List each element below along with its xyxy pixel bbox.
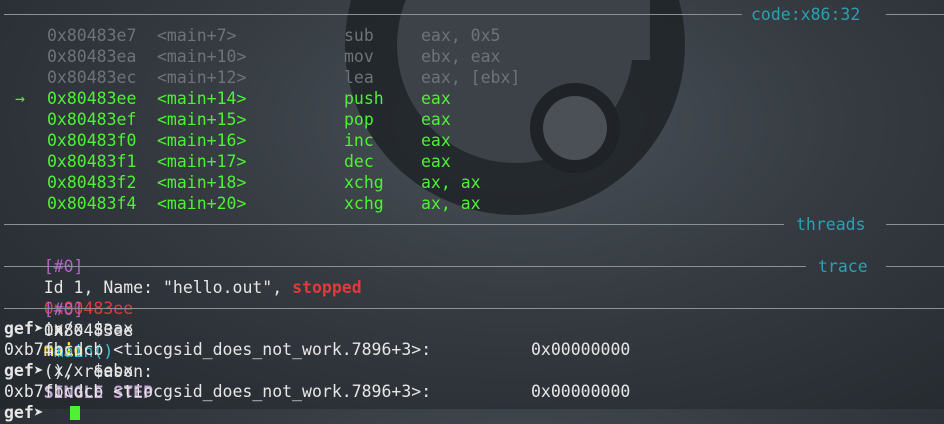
console-command: x/x $ebx bbox=[53, 361, 134, 380]
console-output-line: 0xb7fbcdcb <tiocgsid_does_not_work.7896+… bbox=[4, 339, 944, 360]
instruction-address: 0x80483ea bbox=[47, 47, 137, 66]
context-end-separator bbox=[4, 298, 944, 319]
disasm-row: → 0x80483ee <main+14> push eax bbox=[0, 88, 944, 109]
instruction-address: 0x80483f4 bbox=[47, 194, 137, 213]
threads-section-label: threads bbox=[796, 215, 866, 234]
code-section-header: code:x86:32 bbox=[4, 4, 944, 25]
instruction-operands: eax bbox=[421, 89, 451, 108]
section-rule bbox=[4, 224, 784, 225]
thread-name: "hello.out" bbox=[162, 278, 273, 297]
instruction-mnemonic: sub bbox=[344, 26, 374, 45]
code-section-label: code:x86:32 bbox=[751, 5, 861, 24]
terminal-cursor bbox=[70, 406, 80, 420]
console-prompt-line[interactable]: gef➤ x/x $ebx bbox=[4, 360, 944, 381]
instruction-operands: eax, [ebx] bbox=[421, 68, 521, 87]
console-prompt-line[interactable]: gef➤ x/x $eax bbox=[4, 318, 944, 339]
instruction-address: 0x80483e7 bbox=[47, 26, 137, 45]
instruction-operands: eax bbox=[421, 110, 451, 129]
thread-status-line: [#0] Id 1, Name: "hello.out", stopped 0x… bbox=[43, 257, 362, 402]
instruction-symbol: <main+16> bbox=[157, 131, 247, 150]
disasm-row: 0x80483ef <main+15> pop eax bbox=[0, 109, 944, 130]
instruction-operands: eax, 0x5 bbox=[421, 26, 501, 45]
console-command: x/x $eax bbox=[53, 319, 134, 338]
instruction-address: 0x80483f2 bbox=[47, 173, 137, 192]
instruction-address: 0x80483f1 bbox=[47, 152, 137, 171]
instruction-symbol: <main+10> bbox=[157, 47, 247, 66]
trace-frame-line: [#0] 0x80483ee →main() bbox=[4, 278, 133, 361]
gef-prompt: gef➤ bbox=[4, 403, 44, 422]
instruction-address: 0x80483f0 bbox=[47, 131, 137, 150]
disasm-row: 0x80483f4 <main+20> xchg ax, ax bbox=[0, 193, 944, 214]
disasm-row: 0x80483e7 <main+7> sub eax, 0x5 bbox=[0, 25, 944, 46]
section-rule bbox=[886, 14, 944, 15]
instruction-operands: ebx, eax bbox=[421, 47, 501, 66]
instruction-mnemonic: xchg bbox=[344, 173, 384, 192]
threads-section-header: threads bbox=[4, 214, 944, 235]
gdb-terminal[interactable]: code:x86:32 0x80483e7 <main+7> sub eax, 0x5… bbox=[0, 0, 944, 422]
instruction-address: 0x80483ef bbox=[47, 110, 137, 129]
console-output-line: 0xb7fbcdcb <tiocgsid_does_not_work.7896+… bbox=[4, 381, 944, 402]
disasm-row: 0x80483ea <main+10> mov ebx, eax bbox=[0, 46, 944, 67]
instruction-operands: ax, ax bbox=[421, 173, 481, 192]
gef-prompt: gef➤ bbox=[4, 319, 44, 338]
section-rule bbox=[4, 308, 944, 309]
disasm-row: 0x80483ec <main+12> lea eax, [ebx] bbox=[0, 67, 944, 88]
instruction-operands: ax, ax bbox=[421, 194, 481, 213]
instruction-symbol: <main+7> bbox=[157, 26, 237, 45]
disasm-row: 0x80483f1 <main+17> dec eax bbox=[0, 151, 944, 172]
instruction-symbol: <main+15> bbox=[157, 110, 247, 129]
instruction-symbol: <main+18> bbox=[157, 173, 247, 192]
trace-section-header: trace bbox=[4, 256, 944, 277]
instruction-mnemonic: inc bbox=[344, 131, 374, 150]
memory-location: 0xb7fbcdcb <tiocgsid_does_not_work.7896+… bbox=[4, 382, 432, 401]
instruction-mnemonic: lea bbox=[344, 68, 374, 87]
thread-status: stopped bbox=[292, 278, 362, 297]
instruction-symbol: <main+12> bbox=[157, 68, 247, 87]
instruction-operands: eax bbox=[421, 152, 451, 171]
instruction-symbol: <main+17> bbox=[157, 152, 247, 171]
instruction-symbol: <main+14> bbox=[157, 89, 247, 108]
memory-location: 0xb7fbcdcb <tiocgsid_does_not_work.7896+… bbox=[4, 340, 432, 359]
instruction-symbol: <main+20> bbox=[157, 194, 247, 213]
section-rule bbox=[4, 14, 742, 15]
instruction-operands: eax bbox=[421, 131, 451, 150]
instruction-mnemonic: dec bbox=[344, 152, 374, 171]
memory-value: 0x00000000 bbox=[531, 340, 631, 359]
instruction-mnemonic: pop bbox=[344, 110, 374, 129]
console-prompt-line[interactable]: gef➤ bbox=[4, 402, 944, 423]
section-rule bbox=[886, 224, 944, 225]
instruction-mnemonic: xchg bbox=[344, 194, 384, 213]
trace-section-label: trace bbox=[818, 257, 868, 276]
instruction-address: 0x80483ec bbox=[47, 68, 137, 87]
memory-value: 0x00000000 bbox=[531, 382, 631, 401]
gef-prompt: gef➤ bbox=[4, 361, 44, 380]
section-rule bbox=[886, 266, 944, 267]
section-rule bbox=[4, 266, 806, 267]
instruction-mnemonic: push bbox=[344, 89, 384, 108]
disasm-row: 0x80483f0 <main+16> inc eax bbox=[0, 130, 944, 151]
instruction-address: 0x80483ee bbox=[47, 89, 137, 108]
disasm-row: 0x80483f2 <main+18> xchg ax, ax bbox=[0, 172, 944, 193]
current-instruction-arrow-icon: → bbox=[15, 89, 25, 108]
instruction-mnemonic: mov bbox=[344, 47, 374, 66]
